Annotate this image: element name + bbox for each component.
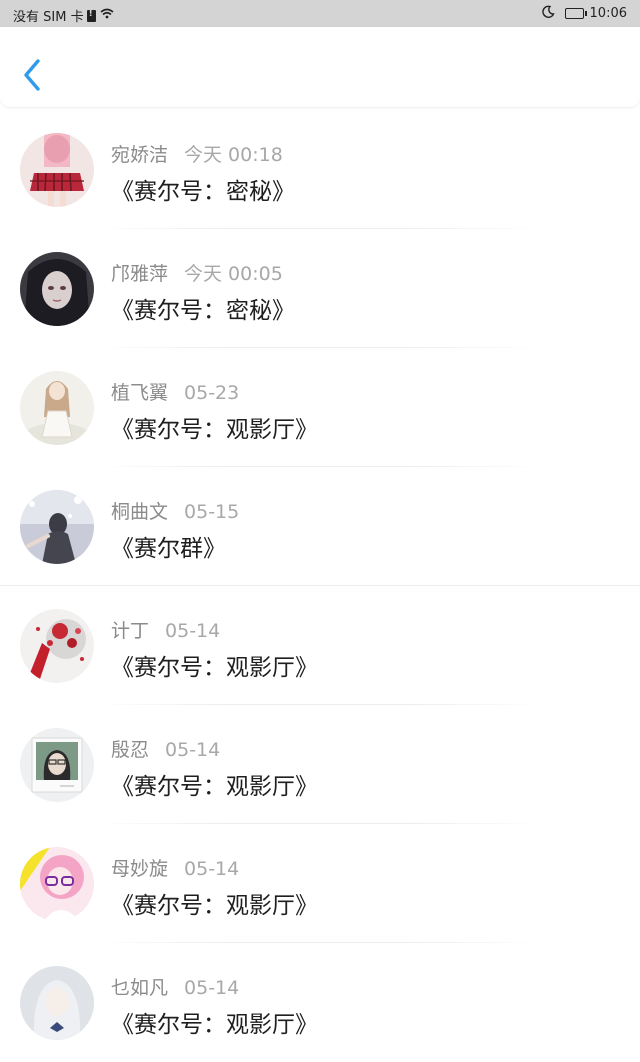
list-item[interactable]: 殷忍 05-14 《赛尔号：观影厅》 bbox=[0, 705, 640, 824]
message-meta: 母妙旋 05-14 bbox=[111, 854, 239, 881]
message-meta: 桐曲文 05-15 bbox=[111, 497, 239, 524]
sender-name: 桐曲文 bbox=[111, 501, 169, 523]
list-item[interactable]: 邝雅萍 今天 00:05 《赛尔号：密秘》 bbox=[0, 229, 640, 348]
message-meta: 邝雅萍 今天 00:05 bbox=[111, 259, 283, 286]
sim-alert-icon bbox=[86, 9, 96, 22]
battery-icon bbox=[564, 8, 587, 19]
message-subject: 《赛尔号：观影厅》 bbox=[111, 1012, 318, 1038]
sender-name: 计丁 bbox=[111, 620, 150, 642]
message-time: 05-14 bbox=[165, 739, 221, 761]
sender-name: 邝雅萍 bbox=[111, 263, 169, 285]
back-button[interactable] bbox=[18, 55, 48, 95]
message-time: 05-14 bbox=[184, 858, 240, 880]
sender-name: 母妙旋 bbox=[111, 858, 169, 880]
message-time: 05-15 bbox=[184, 501, 240, 523]
status-bar: 没有 SIM 卡 10:06 bbox=[0, 0, 640, 27]
avatar[interactable] bbox=[20, 966, 94, 1040]
message-subject: 《赛尔号：密秘》 bbox=[111, 179, 295, 205]
message-time: 今天 00:18 bbox=[184, 144, 283, 166]
carrier-label: 没有 SIM 卡 bbox=[13, 10, 84, 25]
sender-name: 殷忍 bbox=[111, 739, 150, 761]
avatar[interactable] bbox=[20, 371, 94, 445]
message-time: 05-14 bbox=[184, 977, 240, 999]
list-item[interactable]: 计丁 05-14 《赛尔号：观影厅》 bbox=[0, 586, 640, 705]
sender-name: 乜如凡 bbox=[111, 977, 169, 999]
avatar[interactable] bbox=[20, 609, 94, 683]
message-time: 05-14 bbox=[165, 620, 221, 642]
avatar[interactable] bbox=[20, 490, 94, 564]
message-time: 今天 00:05 bbox=[184, 263, 283, 285]
moon-icon bbox=[541, 5, 555, 22]
wifi-icon bbox=[100, 8, 114, 23]
list-item[interactable]: 母妙旋 05-14 《赛尔号：观影厅》 bbox=[0, 824, 640, 943]
avatar[interactable] bbox=[20, 728, 94, 802]
sender-name: 植飞翼 bbox=[111, 382, 169, 404]
list-item[interactable]: 桐曲文 05-15 《赛尔群》 bbox=[0, 467, 640, 586]
message-subject: 《赛尔号：观影厅》 bbox=[111, 774, 318, 800]
message-subject: 《赛尔群》 bbox=[111, 536, 226, 562]
message-meta: 计丁 05-14 bbox=[111, 616, 220, 643]
list-item[interactable]: 植飞翼 05-23 《赛尔号：观影厅》 bbox=[0, 348, 640, 467]
message-subject: 《赛尔号：密秘》 bbox=[111, 298, 295, 324]
message-meta: 宛娇洁 今天 00:18 bbox=[111, 140, 283, 167]
message-subject: 《赛尔号：观影厅》 bbox=[111, 893, 318, 919]
list-item[interactable]: 乜如凡 05-14 《赛尔号：观影厅》 bbox=[0, 943, 640, 1062]
chevron-left-icon bbox=[24, 59, 40, 91]
avatar[interactable] bbox=[20, 847, 94, 921]
message-subject: 《赛尔号：观影厅》 bbox=[111, 417, 318, 443]
message-subject: 《赛尔号：观影厅》 bbox=[111, 655, 318, 681]
avatar[interactable] bbox=[20, 252, 94, 326]
sender-name: 宛娇洁 bbox=[111, 144, 169, 166]
avatar[interactable] bbox=[20, 133, 94, 207]
message-meta: 殷忍 05-14 bbox=[111, 735, 220, 762]
list-item[interactable]: 宛娇洁 今天 00:18 《赛尔号：密秘》 bbox=[0, 110, 640, 229]
message-meta: 植飞翼 05-23 bbox=[111, 378, 239, 405]
status-right: 10:06 bbox=[541, 5, 627, 22]
message-meta: 乜如凡 05-14 bbox=[111, 973, 239, 1000]
header-bar bbox=[0, 27, 640, 107]
clock-label: 10:06 bbox=[589, 6, 627, 21]
status-left: 没有 SIM 卡 bbox=[13, 6, 114, 25]
message-time: 05-23 bbox=[184, 382, 240, 404]
